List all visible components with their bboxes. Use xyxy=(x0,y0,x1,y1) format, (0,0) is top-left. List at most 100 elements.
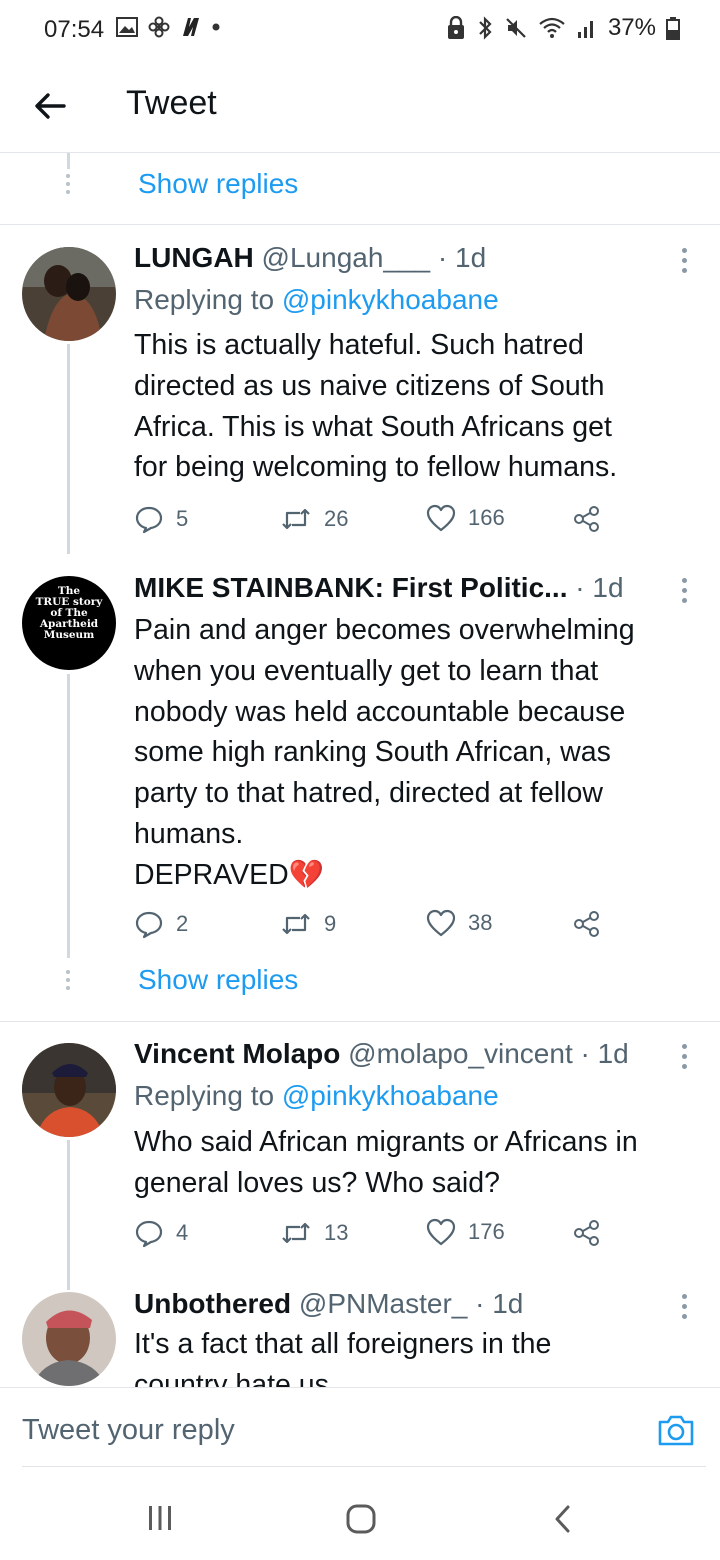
more-options-icon[interactable] xyxy=(682,578,688,608)
retweet-action[interactable]: 9 xyxy=(280,909,336,939)
reply-action[interactable]: 2 xyxy=(134,909,188,939)
tweet-text: It's a fact that all foreigners in the c… xyxy=(134,1328,552,1388)
handle-time: · 1d xyxy=(567,572,624,603)
handle-time: @molapo_vincent · 1d xyxy=(348,1038,629,1069)
page-title: Tweet xyxy=(126,84,217,122)
tweet-header: Vincent Molapo @molapo_vincent · 1d xyxy=(134,1038,629,1070)
replying-prefix: Replying to xyxy=(134,1080,282,1111)
retweet-icon xyxy=(282,508,310,530)
divider xyxy=(0,1021,720,1022)
retweet-icon xyxy=(282,1222,310,1244)
show-replies-button[interactable]: Show replies xyxy=(138,964,298,996)
mention-link[interactable]: @pinkykhoabane xyxy=(282,284,499,315)
thread-line xyxy=(67,153,70,169)
wifi-icon xyxy=(539,17,565,38)
reply-input[interactable]: Tweet your reply xyxy=(22,1414,235,1447)
share-action[interactable] xyxy=(572,1218,602,1248)
thread-line xyxy=(67,674,70,958)
battery-icon xyxy=(666,17,680,40)
show-replies-button[interactable]: Show replies xyxy=(138,168,298,200)
display-name[interactable]: Unbothered xyxy=(134,1288,291,1319)
heart-icon xyxy=(426,504,456,532)
back-nav-icon[interactable] xyxy=(552,1504,572,1534)
app-bar: Tweet xyxy=(0,60,720,152)
replying-prefix: Replying to xyxy=(134,284,282,315)
avatar-text: Museum xyxy=(43,629,95,641)
divider xyxy=(0,224,720,225)
retweet-icon xyxy=(282,913,310,935)
thread-dots xyxy=(66,970,70,994)
tweet-header: MIKE STAINBANK: First Politic... · 1d xyxy=(134,572,624,604)
tweet-header: Unbothered @PNMaster_ · 1d xyxy=(134,1288,523,1320)
tweet-header: LUNGAH @Lungah___ · 1d xyxy=(134,242,486,274)
like-count: 38 xyxy=(468,910,493,935)
like-count: 176 xyxy=(468,1219,505,1244)
like-action[interactable]: 166 xyxy=(426,504,505,532)
status-bar: 07:54 37% xyxy=(0,0,720,60)
reply-icon xyxy=(135,911,163,939)
display-name[interactable]: LUNGAH xyxy=(134,242,254,273)
battery-percent: 37% xyxy=(607,14,656,41)
handle-time: @PNMaster_ · 1d xyxy=(298,1288,524,1319)
tweet-clip: Unbothered @PNMaster_ · 1d It's a fact t… xyxy=(0,1280,720,1388)
system-nav-bar xyxy=(0,1470,720,1560)
avatar[interactable]: The TRUE story of The Apartheid Museum xyxy=(22,576,116,670)
heart-icon xyxy=(426,909,456,937)
tweet-text: Who said African migrants or Africans in… xyxy=(134,1126,638,1199)
retweet-action[interactable]: 13 xyxy=(280,1218,348,1248)
thread-line xyxy=(67,344,70,554)
retweet-count: 9 xyxy=(324,911,337,936)
like-action[interactable]: 38 xyxy=(426,909,492,937)
retweet-action[interactable]: 26 xyxy=(280,504,348,534)
back-arrow-icon[interactable] xyxy=(30,86,70,126)
reply-count: 2 xyxy=(176,911,189,936)
status-time: 07:54 xyxy=(44,16,105,43)
reply-composer[interactable]: Tweet your reply xyxy=(0,1388,720,1468)
mention-link[interactable]: @pinkykhoabane xyxy=(282,1080,499,1111)
avatar[interactable] xyxy=(22,247,116,341)
home-icon[interactable] xyxy=(345,1503,377,1535)
share-icon xyxy=(574,1220,599,1246)
replying-to: Replying to @pinkykhoabane xyxy=(134,1080,499,1112)
reply-action[interactable]: 5 xyxy=(134,504,188,534)
display-name[interactable]: MIKE STAINBANK: First Politic... xyxy=(134,572,568,603)
reply-action[interactable]: 4 xyxy=(134,1218,188,1248)
status-right-icons: 37% xyxy=(446,14,680,42)
dot-icon xyxy=(212,23,220,31)
handle-time: @Lungah___ · 1d xyxy=(261,242,487,273)
tweet-text: This is actually hateful. Such hatred di… xyxy=(134,329,618,484)
avatar[interactable] xyxy=(22,1043,116,1137)
replying-to: Replying to @pinkykhoabane xyxy=(134,284,499,316)
like-action[interactable]: 176 xyxy=(426,1218,505,1246)
reply-count: 4 xyxy=(176,1220,189,1245)
share-icon xyxy=(574,911,599,937)
more-options-icon[interactable] xyxy=(682,248,688,278)
avatar[interactable] xyxy=(22,1292,116,1386)
tweet-text: Pain and anger becomes overwhelming when… xyxy=(134,610,694,896)
broken-heart-icon: 💔 xyxy=(288,858,325,891)
retweet-count: 26 xyxy=(324,506,349,531)
recent-apps-icon[interactable] xyxy=(146,1504,174,1532)
like-count: 166 xyxy=(468,505,505,530)
reply-count: 5 xyxy=(176,506,189,531)
fan-icon xyxy=(148,16,170,38)
share-action[interactable] xyxy=(572,504,602,534)
camera-icon[interactable] xyxy=(656,1410,696,1450)
reply-icon xyxy=(135,506,163,534)
bluetooth-icon xyxy=(479,16,492,40)
divider xyxy=(0,152,720,153)
display-name[interactable]: Vincent Molapo xyxy=(134,1038,340,1069)
signal-icon xyxy=(577,21,593,38)
thread-dots xyxy=(66,174,70,198)
share-icon xyxy=(574,506,599,532)
thread-line xyxy=(67,1140,70,1290)
share-action[interactable] xyxy=(572,909,602,939)
lock-icon xyxy=(447,16,464,39)
netflix-icon xyxy=(183,18,199,36)
divider xyxy=(22,1466,706,1467)
reply-icon xyxy=(135,1220,163,1248)
status-left-icons xyxy=(116,16,220,38)
more-options-icon[interactable] xyxy=(682,1044,688,1074)
more-options-icon[interactable] xyxy=(682,1294,688,1324)
gallery-icon xyxy=(116,17,138,37)
